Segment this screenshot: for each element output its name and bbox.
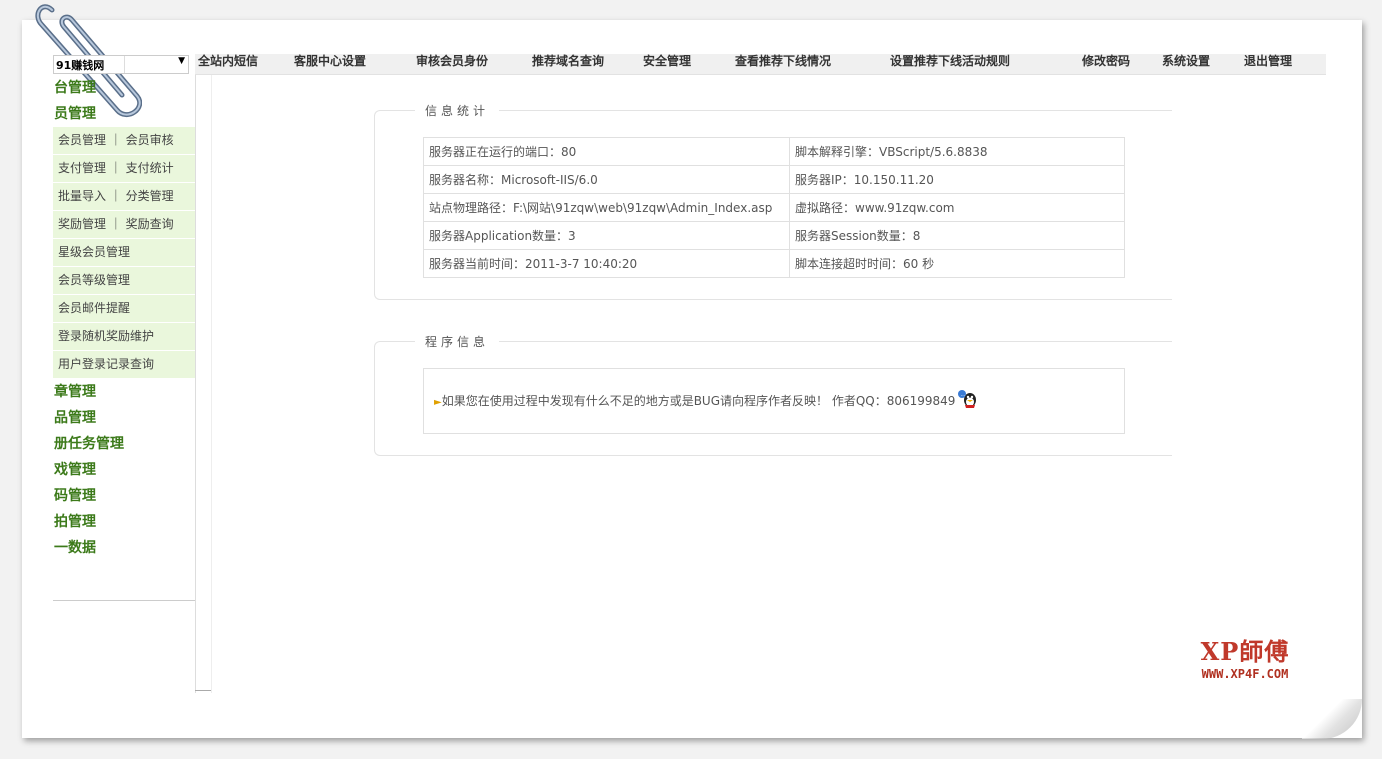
table-cell: 站点物理路径：F:\网站\91zqw\web\91zqw\Admin_Index…: [423, 193, 790, 222]
sidebar-cat-auction[interactable]: 拍管理: [53, 509, 195, 535]
table-cell: 虚拟路径：www.91zqw.com: [789, 193, 1125, 222]
program-fieldset: 程序信息 ►如果您在使用过程中发现有什么不足的地方或是BUG请向程序作者反映！ …: [374, 333, 1172, 456]
nav-change-password[interactable]: 修改密码: [1082, 54, 1130, 69]
site-select-value: 91赚钱网: [56, 59, 105, 72]
sidebar-cat-articles[interactable]: 章管理: [53, 379, 195, 405]
chevron-down-icon: ▼: [178, 56, 185, 66]
sidebar-cat-products[interactable]: 品管理: [53, 405, 195, 431]
sidebar: 台管理 员管理 会员管理 ｜ 会员审核 支付管理 ｜ 支付统计 批量导入 ｜ 分…: [53, 75, 196, 601]
table-row: 服务器名称：Microsoft-IIS/6.0 服务器IP：10.150.11.…: [423, 165, 1125, 194]
table-cell: 服务器当前时间：2011-3-7 10:40:20: [423, 249, 790, 278]
top-navigation: 全站内短信 客服中心设置 审核会员身份 推荐域名查询 安全管理 查看推荐下线情况…: [195, 54, 1326, 75]
table-cell: 服务器Application数量：3: [423, 221, 790, 250]
sidebar-cat-games[interactable]: 戏管理: [53, 457, 195, 483]
sidebar-cat-data[interactable]: 一数据: [53, 535, 195, 561]
nav-downline-rules[interactable]: 设置推荐下线活动规则: [890, 54, 1010, 69]
frame-divider-inner: [211, 75, 212, 693]
qq-penguin-icon[interactable]: …: [957, 389, 979, 409]
sidebar-item[interactable]: 用户登录记录查询: [53, 351, 195, 379]
nav-logout[interactable]: 退出管理: [1244, 54, 1292, 69]
program-message: 如果您在使用过程中发现有什么不足的地方或是BUG请向程序作者反映！ 作者QQ：8…: [441, 394, 956, 408]
sidebar-item[interactable]: 支付管理 ｜ 支付统计: [53, 155, 195, 183]
server-info-table: 服务器正在运行的端口：80 脚本解释引擎：VBScript/5.6.8838 服…: [423, 137, 1125, 278]
sidebar-cat-codes[interactable]: 码管理: [53, 483, 195, 509]
sidebar-cat-register-tasks[interactable]: 册任务管理: [53, 431, 195, 457]
table-row: 站点物理路径：F:\网站\91zqw\web\91zqw\Admin_Index…: [423, 193, 1125, 222]
sidebar-cat-members[interactable]: 员管理: [53, 101, 195, 127]
sidebar-item[interactable]: 登录随机奖励维护: [53, 323, 195, 351]
table-row: 服务器正在运行的端口：80 脚本解释引擎：VBScript/5.6.8838: [423, 137, 1125, 166]
table-cell: 脚本解释引擎：VBScript/5.6.8838: [789, 137, 1125, 166]
sidebar-item[interactable]: 批量导入 ｜ 分类管理: [53, 183, 195, 211]
program-info-box: ►如果您在使用过程中发现有什么不足的地方或是BUG请向程序作者反映！ 作者QQ：…: [423, 368, 1125, 434]
nav-system-settings[interactable]: 系统设置: [1162, 54, 1210, 69]
table-row: 服务器当前时间：2011-3-7 10:40:20 脚本连接超时时间：60 秒: [423, 249, 1125, 278]
nav-verify-identity[interactable]: 审核会员身份: [416, 54, 488, 69]
bullet-icon: ►: [434, 397, 442, 408]
nav-security[interactable]: 安全管理: [643, 54, 691, 69]
sidebar-item[interactable]: 会员等级管理: [53, 267, 195, 295]
table-cell: 服务器Session数量：8: [789, 221, 1125, 250]
info-legend: 信息统计: [415, 102, 500, 119]
sidebar-item[interactable]: 会员管理 ｜ 会员审核: [53, 127, 195, 155]
site-select[interactable]: 91赚钱网 ▼: [53, 55, 189, 74]
nav-domain-query[interactable]: 推荐域名查询: [532, 54, 604, 69]
frame-divider[interactable]: [195, 75, 196, 693]
table-row: 服务器Application数量：3 服务器Session数量：8: [423, 221, 1125, 250]
watermark-title: XP師傅: [1200, 637, 1290, 666]
table-cell: 服务器IP：10.150.11.20: [789, 165, 1125, 194]
sidebar-cat-backend[interactable]: 台管理: [53, 75, 195, 101]
program-legend: 程序信息: [415, 333, 500, 350]
nav-site-messages[interactable]: 全站内短信: [198, 54, 258, 69]
table-cell: 脚本连接超时时间：60 秒: [789, 249, 1125, 278]
sidebar-item[interactable]: 星级会员管理: [53, 239, 195, 267]
watermark-url: WWW.XP4F.COM: [1201, 667, 1289, 681]
table-cell: 服务器名称：Microsoft-IIS/6.0: [423, 165, 790, 194]
sidebar-item[interactable]: 会员邮件提醒: [53, 295, 195, 323]
svg-text:…: …: [961, 392, 966, 398]
xp4f-watermark: XP師傅 WWW.XP4F.COM: [1180, 632, 1310, 681]
nav-service-settings[interactable]: 客服中心设置: [294, 54, 366, 69]
table-cell: 服务器正在运行的端口：80: [423, 137, 790, 166]
sidebar-item[interactable]: 奖励管理 ｜ 奖励查询: [53, 211, 195, 239]
scrollbar-stub[interactable]: [195, 690, 211, 696]
info-fieldset: 信息统计 服务器正在运行的端口：80 脚本解释引擎：VBScript/5.6.8…: [374, 102, 1172, 300]
nav-downline-status[interactable]: 查看推荐下线情况: [735, 54, 831, 69]
